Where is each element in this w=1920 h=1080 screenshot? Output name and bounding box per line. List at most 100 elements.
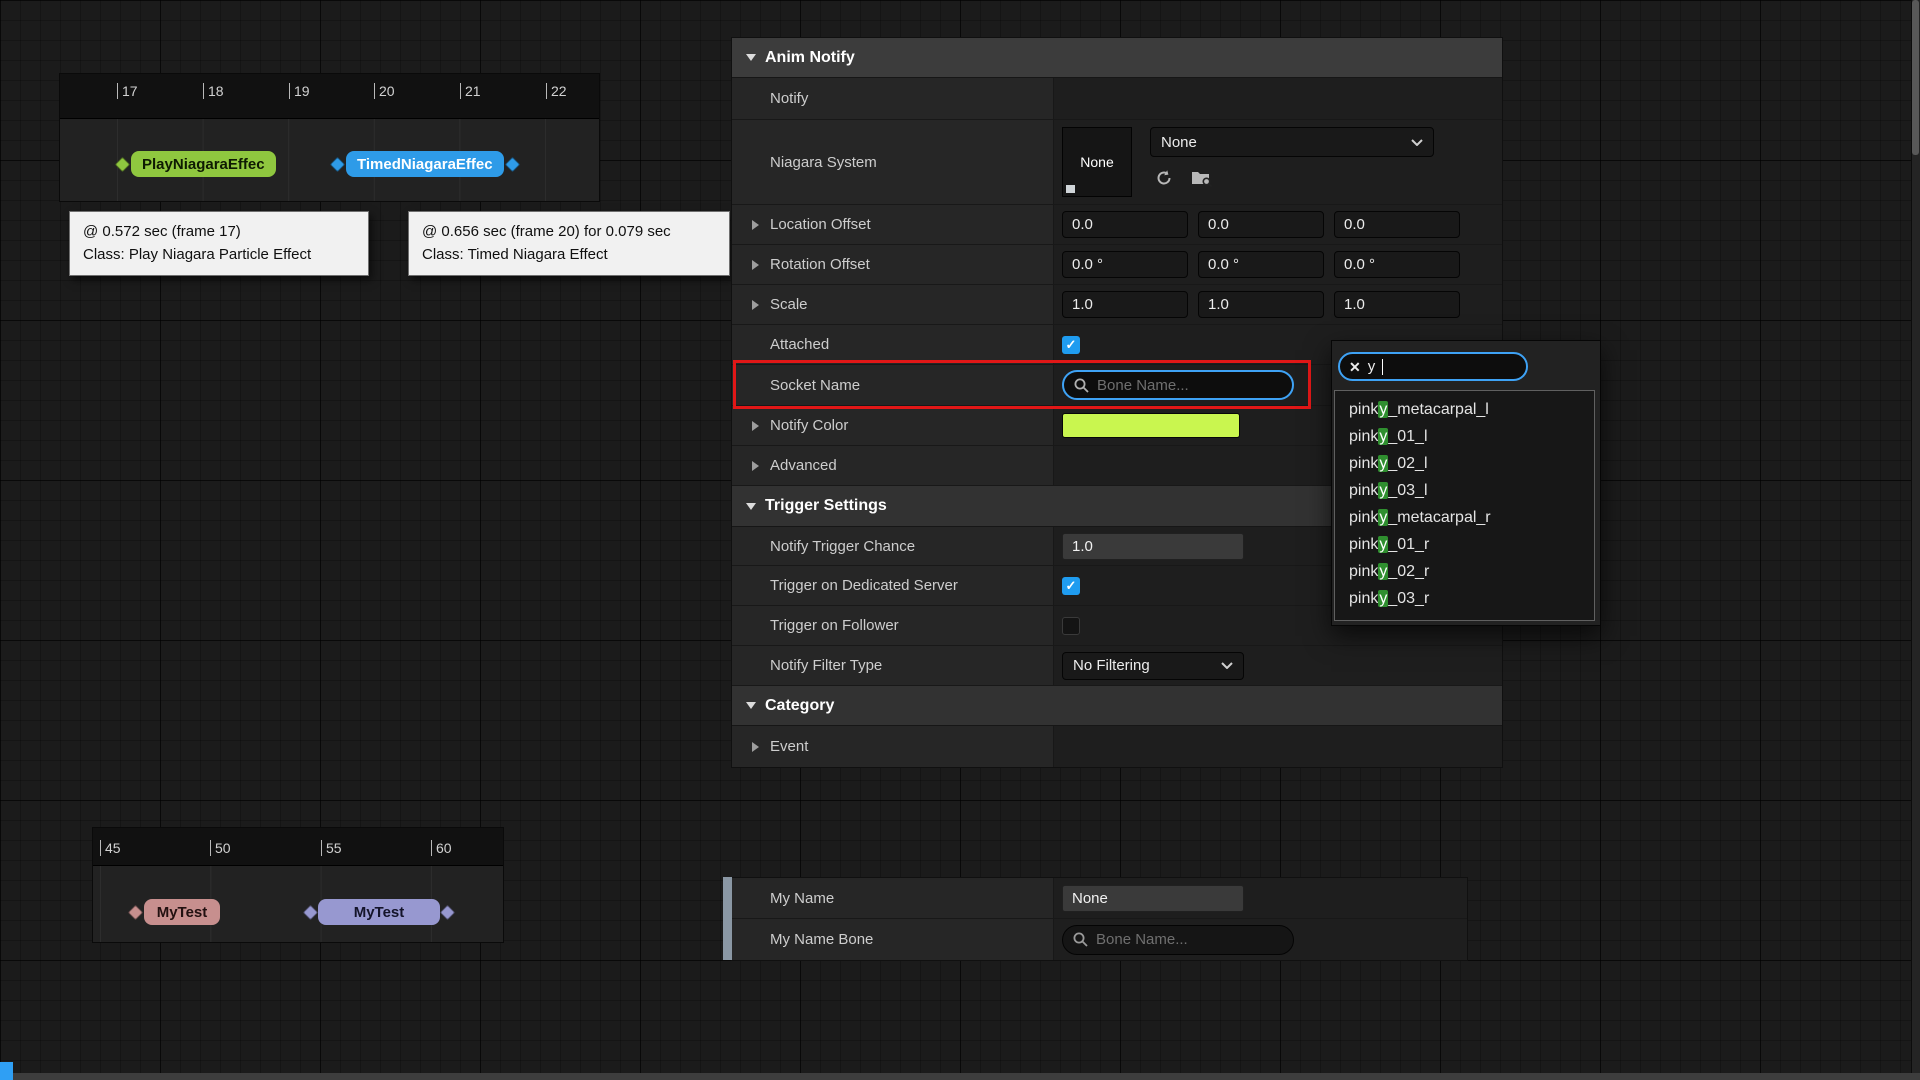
tooltip-time: @ 0.656 sec (frame 20) for 0.079 sec bbox=[422, 221, 716, 244]
right-scrollbar-track[interactable] bbox=[1911, 0, 1920, 1080]
my-name-bone-search[interactable] bbox=[1062, 925, 1294, 955]
rotation-y-field[interactable]: 0.0 ° bbox=[1198, 251, 1324, 278]
property-label: My Name Bone bbox=[770, 931, 873, 948]
option-text: _02_l bbox=[1388, 455, 1427, 472]
expander-icon[interactable] bbox=[752, 742, 759, 752]
scrollbar-grip[interactable] bbox=[723, 877, 732, 960]
notify-mytest-2[interactable]: MyTest bbox=[305, 899, 453, 925]
frame-tick: 19 bbox=[289, 83, 310, 99]
notify-mytest-1[interactable]: MyTest bbox=[130, 899, 220, 925]
use-selected-asset-icon[interactable] bbox=[1152, 166, 1176, 190]
row-niagara-system: Niagara System None None bbox=[732, 120, 1502, 205]
bone-option[interactable]: pinky_01_r bbox=[1335, 531, 1594, 558]
bone-option-list: pinky_metacarpal_l pinky_01_l pinky_02_l… bbox=[1334, 390, 1595, 621]
my-name-bone-input[interactable] bbox=[1096, 931, 1284, 948]
property-label: Notify Filter Type bbox=[770, 657, 882, 674]
location-x-field[interactable]: 0.0 bbox=[1062, 211, 1188, 238]
search-icon bbox=[1072, 931, 1089, 948]
bone-option[interactable]: pinky_metacarpal_r bbox=[1335, 504, 1594, 531]
timeline-ruler-top[interactable]: 17 18 19 20 21 22 bbox=[60, 74, 599, 119]
scale-x-field[interactable]: 1.0 bbox=[1062, 291, 1188, 318]
bone-option[interactable]: pinky_02_l bbox=[1335, 450, 1594, 477]
property-label: Trigger on Dedicated Server bbox=[770, 577, 958, 594]
clear-search-icon[interactable]: ✕ bbox=[1349, 360, 1361, 374]
frame-tick: 45 bbox=[100, 840, 121, 856]
select-value: No Filtering bbox=[1073, 657, 1150, 674]
attached-checkbox[interactable]: ✓ bbox=[1062, 336, 1080, 354]
tooltip-class: Class: Play Niagara Particle Effect bbox=[83, 244, 355, 267]
notify-track[interactable]: MyTest MyTest bbox=[93, 866, 503, 942]
notify-timed-niagara[interactable]: TimedNiagaraEffec bbox=[332, 151, 518, 177]
bone-option[interactable]: pinky_03_r bbox=[1335, 585, 1594, 612]
notify-marker-icon[interactable] bbox=[303, 904, 319, 920]
notify-marker-icon[interactable] bbox=[128, 904, 144, 920]
my-name-field[interactable]: None bbox=[1062, 885, 1244, 912]
notify-chip[interactable]: MyTest bbox=[318, 899, 440, 925]
timeline-ruler-bottom[interactable]: 45 50 55 60 bbox=[93, 828, 503, 866]
notify-end-marker-icon[interactable] bbox=[504, 156, 520, 172]
expander-icon[interactable] bbox=[752, 461, 759, 471]
expander-icon[interactable] bbox=[752, 260, 759, 270]
follower-checkbox[interactable] bbox=[1062, 617, 1080, 635]
property-label: Location Offset bbox=[770, 216, 871, 233]
row-location-offset: Location Offset 0.0 0.0 0.0 bbox=[732, 205, 1502, 245]
trigger-chance-field[interactable]: 1.0 bbox=[1062, 533, 1244, 560]
frame-tick: 22 bbox=[546, 83, 567, 99]
match-highlight: y bbox=[1378, 536, 1388, 553]
frame-tick: 55 bbox=[321, 840, 342, 856]
bone-search-field[interactable]: ✕ y bbox=[1338, 352, 1528, 381]
dedicated-server-checkbox[interactable]: ✓ bbox=[1062, 577, 1080, 595]
location-y-field[interactable]: 0.0 bbox=[1198, 211, 1324, 238]
notify-chip[interactable]: PlayNiagaraEffec bbox=[131, 151, 276, 177]
bone-option[interactable]: pinky_metacarpal_l bbox=[1335, 396, 1594, 423]
socket-name-search[interactable] bbox=[1062, 370, 1294, 400]
frame-tick: 50 bbox=[210, 840, 231, 856]
bone-option[interactable]: pinky_01_l bbox=[1335, 423, 1594, 450]
section-anim-notify[interactable]: Anim Notify bbox=[732, 38, 1502, 78]
niagara-system-select[interactable]: None bbox=[1150, 127, 1434, 157]
expander-icon[interactable] bbox=[752, 220, 759, 230]
property-label: Trigger on Follower bbox=[770, 617, 899, 634]
notify-marker-icon[interactable] bbox=[115, 156, 131, 172]
notify-tooltip-play: @ 0.572 sec (frame 17) Class: Play Niaga… bbox=[69, 211, 369, 276]
expander-icon[interactable] bbox=[752, 300, 759, 310]
bone-option[interactable]: pinky_02_r bbox=[1335, 558, 1594, 585]
frame-tick: 21 bbox=[460, 83, 481, 99]
property-label: Event bbox=[770, 738, 808, 755]
niagara-asset-thumbnail[interactable]: None bbox=[1062, 127, 1132, 197]
rotation-x-field[interactable]: 0.0 ° bbox=[1062, 251, 1188, 278]
rotation-z-field[interactable]: 0.0 ° bbox=[1334, 251, 1460, 278]
frame-tick: 60 bbox=[431, 840, 452, 856]
scale-y-field[interactable]: 1.0 bbox=[1198, 291, 1324, 318]
frame-tick: 20 bbox=[374, 83, 395, 99]
check-icon: ✓ bbox=[1066, 578, 1077, 594]
notify-timeline-bottom: 45 50 55 60 MyTest MyTest bbox=[92, 827, 504, 943]
notify-filter-select[interactable]: No Filtering bbox=[1062, 652, 1244, 680]
property-label: Notify Trigger Chance bbox=[770, 538, 915, 555]
right-scrollbar-thumb[interactable] bbox=[1912, 0, 1919, 155]
notify-chip[interactable]: MyTest bbox=[144, 899, 220, 925]
notify-color-swatch[interactable] bbox=[1062, 413, 1240, 438]
bone-option[interactable]: pinky_03_l bbox=[1335, 477, 1594, 504]
section-category[interactable]: Category bbox=[732, 686, 1502, 726]
scale-z-field[interactable]: 1.0 bbox=[1334, 291, 1460, 318]
property-label: Scale bbox=[770, 296, 808, 313]
option-text: _01_l bbox=[1388, 428, 1427, 445]
browse-to-asset-icon[interactable] bbox=[1190, 166, 1214, 190]
notify-end-marker-icon[interactable] bbox=[440, 904, 456, 920]
row-notify: Notify bbox=[732, 78, 1502, 120]
socket-name-input[interactable] bbox=[1097, 377, 1283, 394]
location-z-field[interactable]: 0.0 bbox=[1334, 211, 1460, 238]
frame-tick: 17 bbox=[117, 83, 138, 99]
thumbnail-label: None bbox=[1080, 154, 1113, 170]
notify-play-niagara[interactable]: PlayNiagaraEffec bbox=[117, 151, 276, 177]
notify-marker-icon[interactable] bbox=[330, 156, 346, 172]
expander-icon[interactable] bbox=[752, 421, 759, 431]
option-text: pink bbox=[1349, 536, 1378, 553]
match-highlight: y bbox=[1378, 401, 1388, 418]
property-label: Notify Color bbox=[770, 417, 848, 434]
collapse-arrow-icon bbox=[746, 54, 756, 61]
text-caret bbox=[1382, 359, 1383, 375]
notify-chip[interactable]: TimedNiagaraEffec bbox=[346, 151, 504, 177]
notify-track[interactable]: PlayNiagaraEffec TimedNiagaraEffec bbox=[60, 119, 599, 201]
